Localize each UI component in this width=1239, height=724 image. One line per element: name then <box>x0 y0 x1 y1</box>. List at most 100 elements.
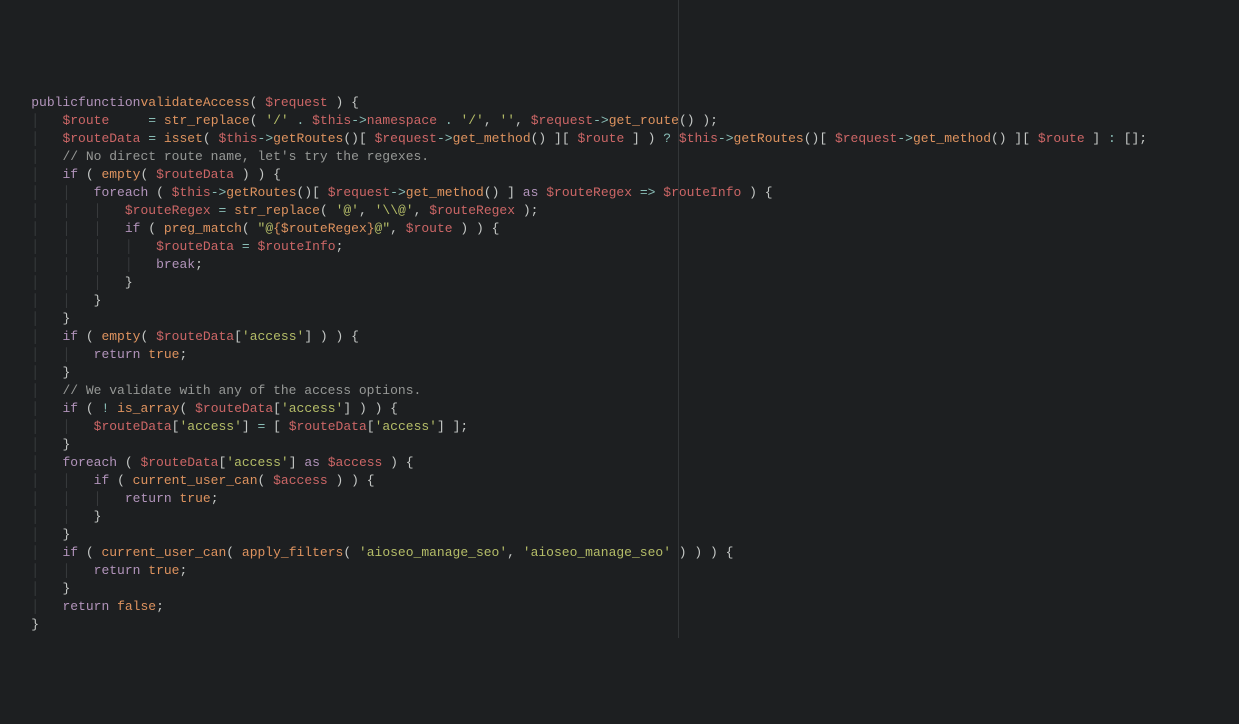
code-line[interactable]: │ if ( empty( $routeData['access'] ) ) { <box>0 328 1239 346</box>
code-line[interactable]: │ │ │ } <box>0 274 1239 292</box>
token-op: = <box>219 203 227 218</box>
code-line[interactable]: │ $routeData = isset( $this->getRoutes()… <box>0 130 1239 148</box>
token-op: -> <box>211 185 227 200</box>
token-kw: function <box>78 95 140 110</box>
token-punc: ) { <box>328 95 359 110</box>
token-var: $routeData <box>156 329 234 344</box>
code-line[interactable]: │ │ return true; <box>0 346 1239 364</box>
token-punc: ()[ <box>343 131 374 146</box>
code-line[interactable]: │ │ } <box>0 508 1239 526</box>
token-var: $routeData <box>62 131 140 146</box>
token-punc: , <box>515 113 531 128</box>
code-line[interactable]: │ │ │ │ $routeData = $routeInfo; <box>0 238 1239 256</box>
token-var: $access <box>273 473 328 488</box>
token-var: $routeData <box>156 167 234 182</box>
code-line[interactable]: │ │ $routeData['access'] = [ $routeData[… <box>0 418 1239 436</box>
code-line[interactable]: │ │ foreach ( $this->getRoutes()[ $reque… <box>0 184 1239 202</box>
code-editor-content[interactable]: publicfunctionvalidateAccess( $request )… <box>0 90 1239 634</box>
token-str: '/' <box>460 113 483 128</box>
code-line[interactable]: │ │ │ if ( preg_match( "@{$routeRegex}@"… <box>0 220 1239 238</box>
token-kw: return <box>94 347 141 362</box>
code-line[interactable]: │ if ( ! is_array( $routeData['access'] … <box>0 400 1239 418</box>
token-punc: ( <box>78 329 101 344</box>
token-str: '' <box>499 113 515 128</box>
token-punc: ; <box>156 599 164 614</box>
token-kw: if <box>125 221 141 236</box>
token-var: $routeData <box>140 455 218 470</box>
token-fn: empty <box>101 167 140 182</box>
token-punc: [ <box>234 329 242 344</box>
token-punc: ()[ <box>297 185 328 200</box>
code-line[interactable]: │ │ │ │ break; <box>0 256 1239 274</box>
code-line[interactable]: │ │ │ return true; <box>0 490 1239 508</box>
token-str: "@ <box>258 221 274 236</box>
token-punc: ; <box>336 239 344 254</box>
token-var: $this <box>219 131 258 146</box>
token-kw: foreach <box>62 455 117 470</box>
code-line[interactable]: │ return false; <box>0 598 1239 616</box>
token-punc: [ <box>273 401 281 416</box>
token-fn: validateAccess <box>140 95 249 110</box>
token-kw: break <box>156 257 195 272</box>
token-punc: ( <box>180 401 196 416</box>
token-punc: ] ) <box>624 131 663 146</box>
token-punc: ) ) { <box>453 221 500 236</box>
code-line[interactable]: │ │ } <box>0 292 1239 310</box>
token-punc: ) ) { <box>234 167 281 182</box>
token-kw: if <box>62 401 78 416</box>
token-punc: ( <box>117 455 140 470</box>
code-line[interactable]: │ if ( current_user_can( apply_filters( … <box>0 544 1239 562</box>
token-fn: str_replace <box>164 113 250 128</box>
token-str: 'access' <box>281 401 343 416</box>
code-line[interactable]: │ } <box>0 526 1239 544</box>
code-line[interactable]: │ $route = str_replace( '/' . $this->nam… <box>0 112 1239 130</box>
token-punc: ( <box>78 167 101 182</box>
code-line[interactable]: │ } <box>0 580 1239 598</box>
token-punc: ( <box>109 473 132 488</box>
token-punc: } <box>125 275 133 290</box>
token-fn: get_method <box>406 185 484 200</box>
code-line[interactable]: │ } <box>0 310 1239 328</box>
token-bool: false <box>117 599 156 614</box>
token-punc: () ); <box>679 113 718 128</box>
token-str: '/' <box>265 113 288 128</box>
token-fn: str_replace <box>234 203 320 218</box>
code-line[interactable]: │ if ( empty( $routeData ) ) { <box>0 166 1239 184</box>
token-kw: if <box>94 473 110 488</box>
token-str: 'access' <box>179 419 241 434</box>
code-line[interactable]: │ │ │ $routeRegex = str_replace( '@', '\… <box>0 202 1239 220</box>
token-punc: [ <box>367 419 375 434</box>
token-op: ! <box>101 401 109 416</box>
token-str: '\\@' <box>375 203 414 218</box>
code-line[interactable]: │ } <box>0 364 1239 382</box>
code-line[interactable]: │ } <box>0 436 1239 454</box>
code-line[interactable]: │ │ return true; <box>0 562 1239 580</box>
token-punc: () ][ <box>531 131 578 146</box>
token-fn: preg_match <box>164 221 242 236</box>
code-line[interactable]: publicfunctionvalidateAccess( $request )… <box>0 94 1239 112</box>
token-fn: current_user_can <box>133 473 258 488</box>
token-var: $this <box>679 131 718 146</box>
token-punc: () ] <box>484 185 523 200</box>
code-line[interactable]: │ │ if ( current_user_can( $access ) ) { <box>0 472 1239 490</box>
token-op: . <box>297 113 305 128</box>
token-str: '@' <box>336 203 359 218</box>
token-punc: } <box>31 617 39 632</box>
token-punc: ; <box>180 563 188 578</box>
code-line[interactable]: │ foreach ( $routeData['access'] as $acc… <box>0 454 1239 472</box>
token-var: $this <box>172 185 211 200</box>
code-line[interactable]: } <box>0 616 1239 634</box>
token-punc: ) { <box>382 455 413 470</box>
token-punc: ) ) { <box>328 473 375 488</box>
token-str: @" <box>375 221 391 236</box>
token-punc: , <box>359 203 375 218</box>
code-line[interactable]: │ // No direct route name, let's try the… <box>0 148 1239 166</box>
token-punc: ( <box>242 221 258 236</box>
token-var: $request <box>531 113 593 128</box>
token-punc: ( <box>78 401 101 416</box>
code-line[interactable]: │ // We validate with any of the access … <box>0 382 1239 400</box>
token-punc: ( <box>258 473 274 488</box>
token-cmt: // We validate with any of the access op… <box>62 383 421 398</box>
token-kw: return <box>94 563 141 578</box>
token-punc: , <box>414 203 430 218</box>
